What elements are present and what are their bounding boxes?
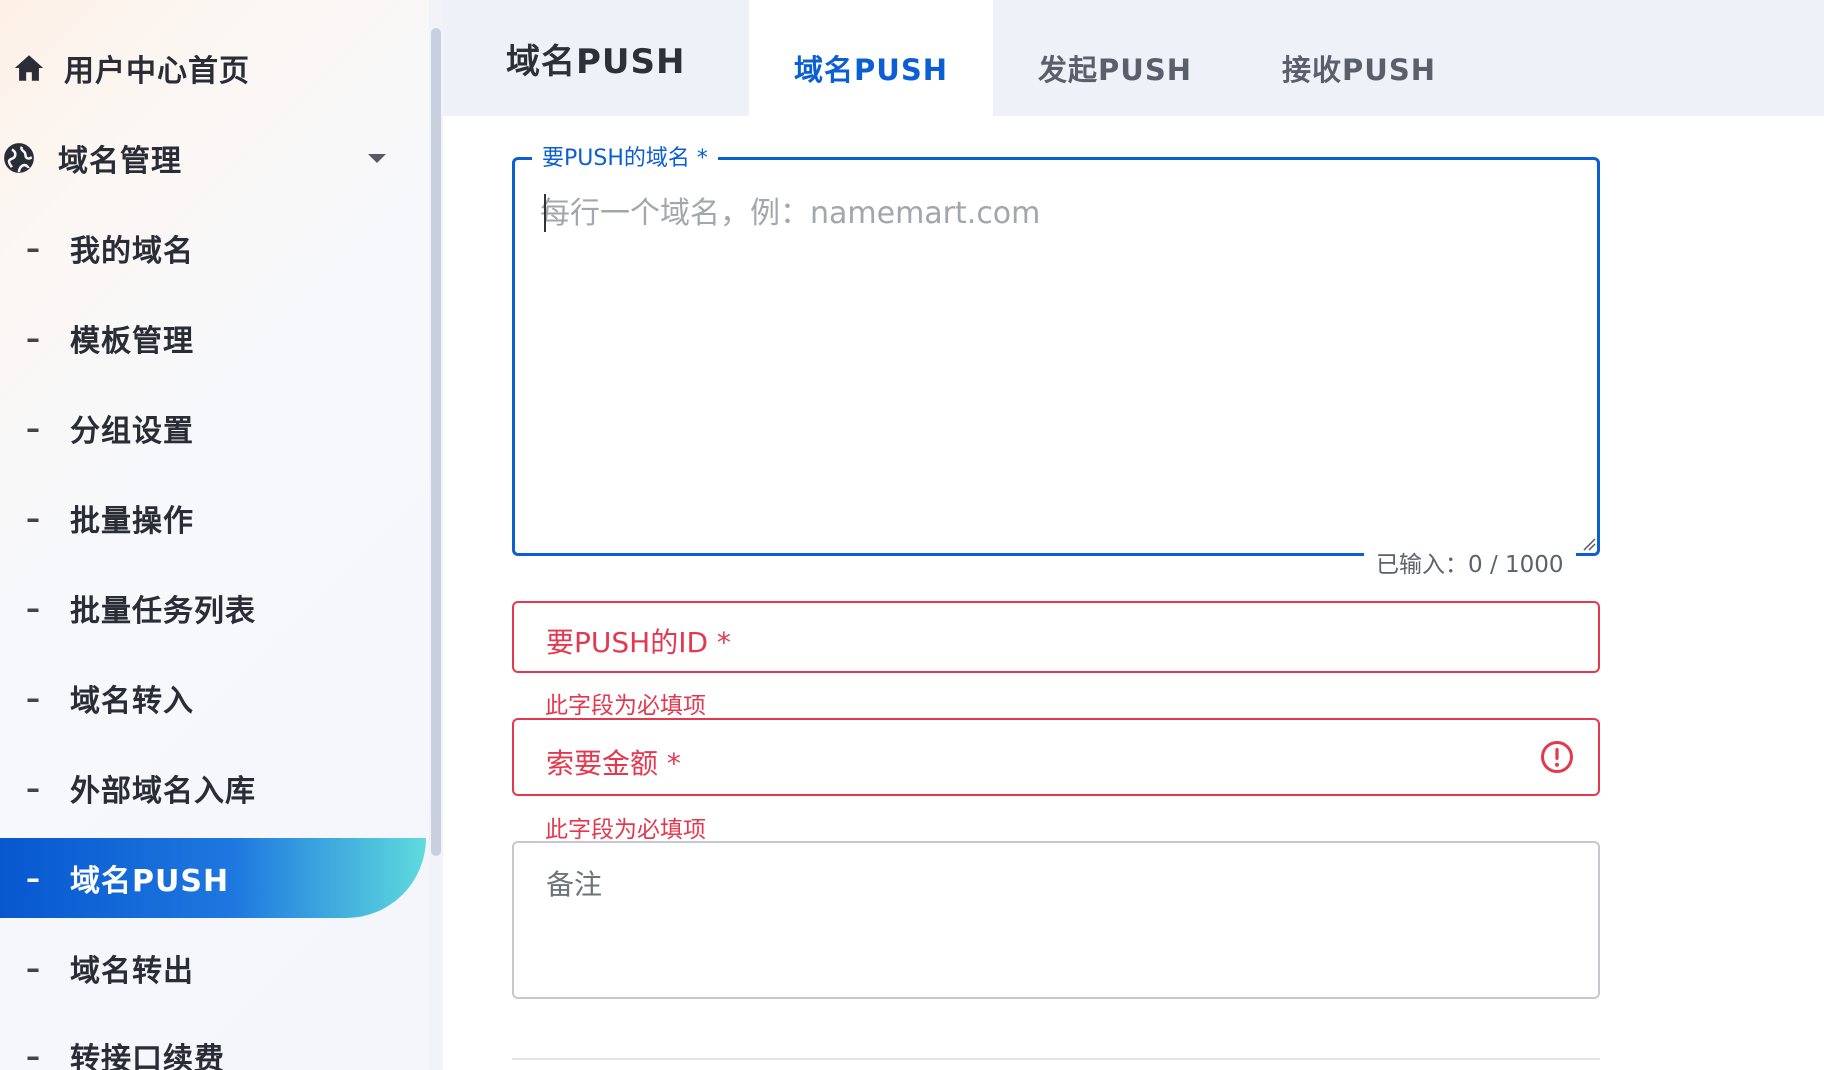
sidebar-item-label: 模板管理 (70, 324, 194, 359)
sidebar-item-label: 我的域名 (70, 234, 194, 269)
push-id-placeholder: 要PUSH的ID * (546, 626, 731, 659)
form-divider (512, 1058, 1600, 1060)
home-icon (14, 55, 44, 81)
domains-field-label: 要PUSH的域名 * (532, 140, 718, 172)
sidebar-item-label: 转接口续费 (70, 1042, 225, 1070)
sidebar-item-transfer-out[interactable]: – 域名转出 (0, 928, 426, 1008)
sidebar-item-transfer-in[interactable]: – 域名转入 (0, 658, 426, 738)
sidebar: 用户中心首页 域名管理 – 我的域名 – 模板管理 – 分组设置 – 批量操作 (0, 0, 443, 1070)
sidebar-item-label: 域名PUSH (70, 864, 230, 899)
sidebar-item-home[interactable]: 用户中心首页 (0, 28, 426, 108)
sidebar-item-api-renewal[interactable]: – 转接口续费 (0, 1016, 426, 1070)
sidebar-item-external-import[interactable]: – 外部域名入库 (0, 748, 426, 828)
sidebar-item-label: 批量操作 (70, 504, 194, 539)
resize-handle-icon[interactable] (1582, 537, 1596, 551)
sidebar-item-domain-push[interactable]: – 域名PUSH (0, 838, 426, 918)
amount-input[interactable]: 索要金额 * (512, 718, 1600, 796)
push-id-input[interactable]: 要PUSH的ID * (512, 601, 1600, 673)
sidebar-group-domain-management[interactable]: 域名管理 (0, 118, 426, 198)
tab-initiate-push[interactable]: 发起PUSH (993, 0, 1237, 116)
text-cursor (544, 194, 546, 232)
sidebar-item-label: 批量任务列表 (70, 594, 256, 629)
amount-placeholder: 索要金额 * (546, 747, 681, 780)
sidebar-item-label: 域名转出 (70, 954, 194, 989)
tab-receive-push[interactable]: 接收PUSH (1237, 0, 1481, 116)
amount-error: 此字段为必填项 (545, 817, 706, 843)
tab-domain-push[interactable]: 域名PUSH (749, 0, 993, 116)
remark-textarea[interactable]: 备注 (512, 841, 1600, 999)
sidebar-item-batch-tasks[interactable]: – 批量任务列表 (0, 568, 426, 648)
domains-textarea[interactable] (540, 188, 1580, 528)
sidebar-item-label: 外部域名入库 (70, 774, 256, 809)
sidebar-menu: 用户中心首页 域名管理 – 我的域名 – 模板管理 – 分组设置 – 批量操作 (0, 0, 432, 1070)
sidebar-item-groups[interactable]: – 分组设置 (0, 388, 426, 468)
sidebar-item-label: 用户中心首页 (64, 54, 250, 89)
sidebar-group-label: 域名管理 (58, 144, 182, 179)
sidebar-item-my-domains[interactable]: – 我的域名 (0, 208, 426, 288)
sidebar-item-templates[interactable]: – 模板管理 (0, 298, 426, 378)
error-circle-icon (1541, 741, 1573, 773)
sidebar-item-label: 分组设置 (70, 414, 194, 449)
remark-placeholder: 备注 (546, 868, 603, 901)
sidebar-scrollbar-thumb[interactable] (431, 28, 441, 856)
sidebar-item-batch-ops[interactable]: – 批量操作 (0, 478, 426, 558)
page-title: 域名PUSH (506, 42, 686, 82)
character-counter: 已输入：0 / 1000 (1364, 545, 1576, 579)
caret-down-icon (368, 154, 386, 163)
sidebar-item-label: 域名转入 (70, 684, 194, 719)
globe-icon (4, 143, 34, 173)
push-id-error: 此字段为必填项 (545, 693, 706, 719)
